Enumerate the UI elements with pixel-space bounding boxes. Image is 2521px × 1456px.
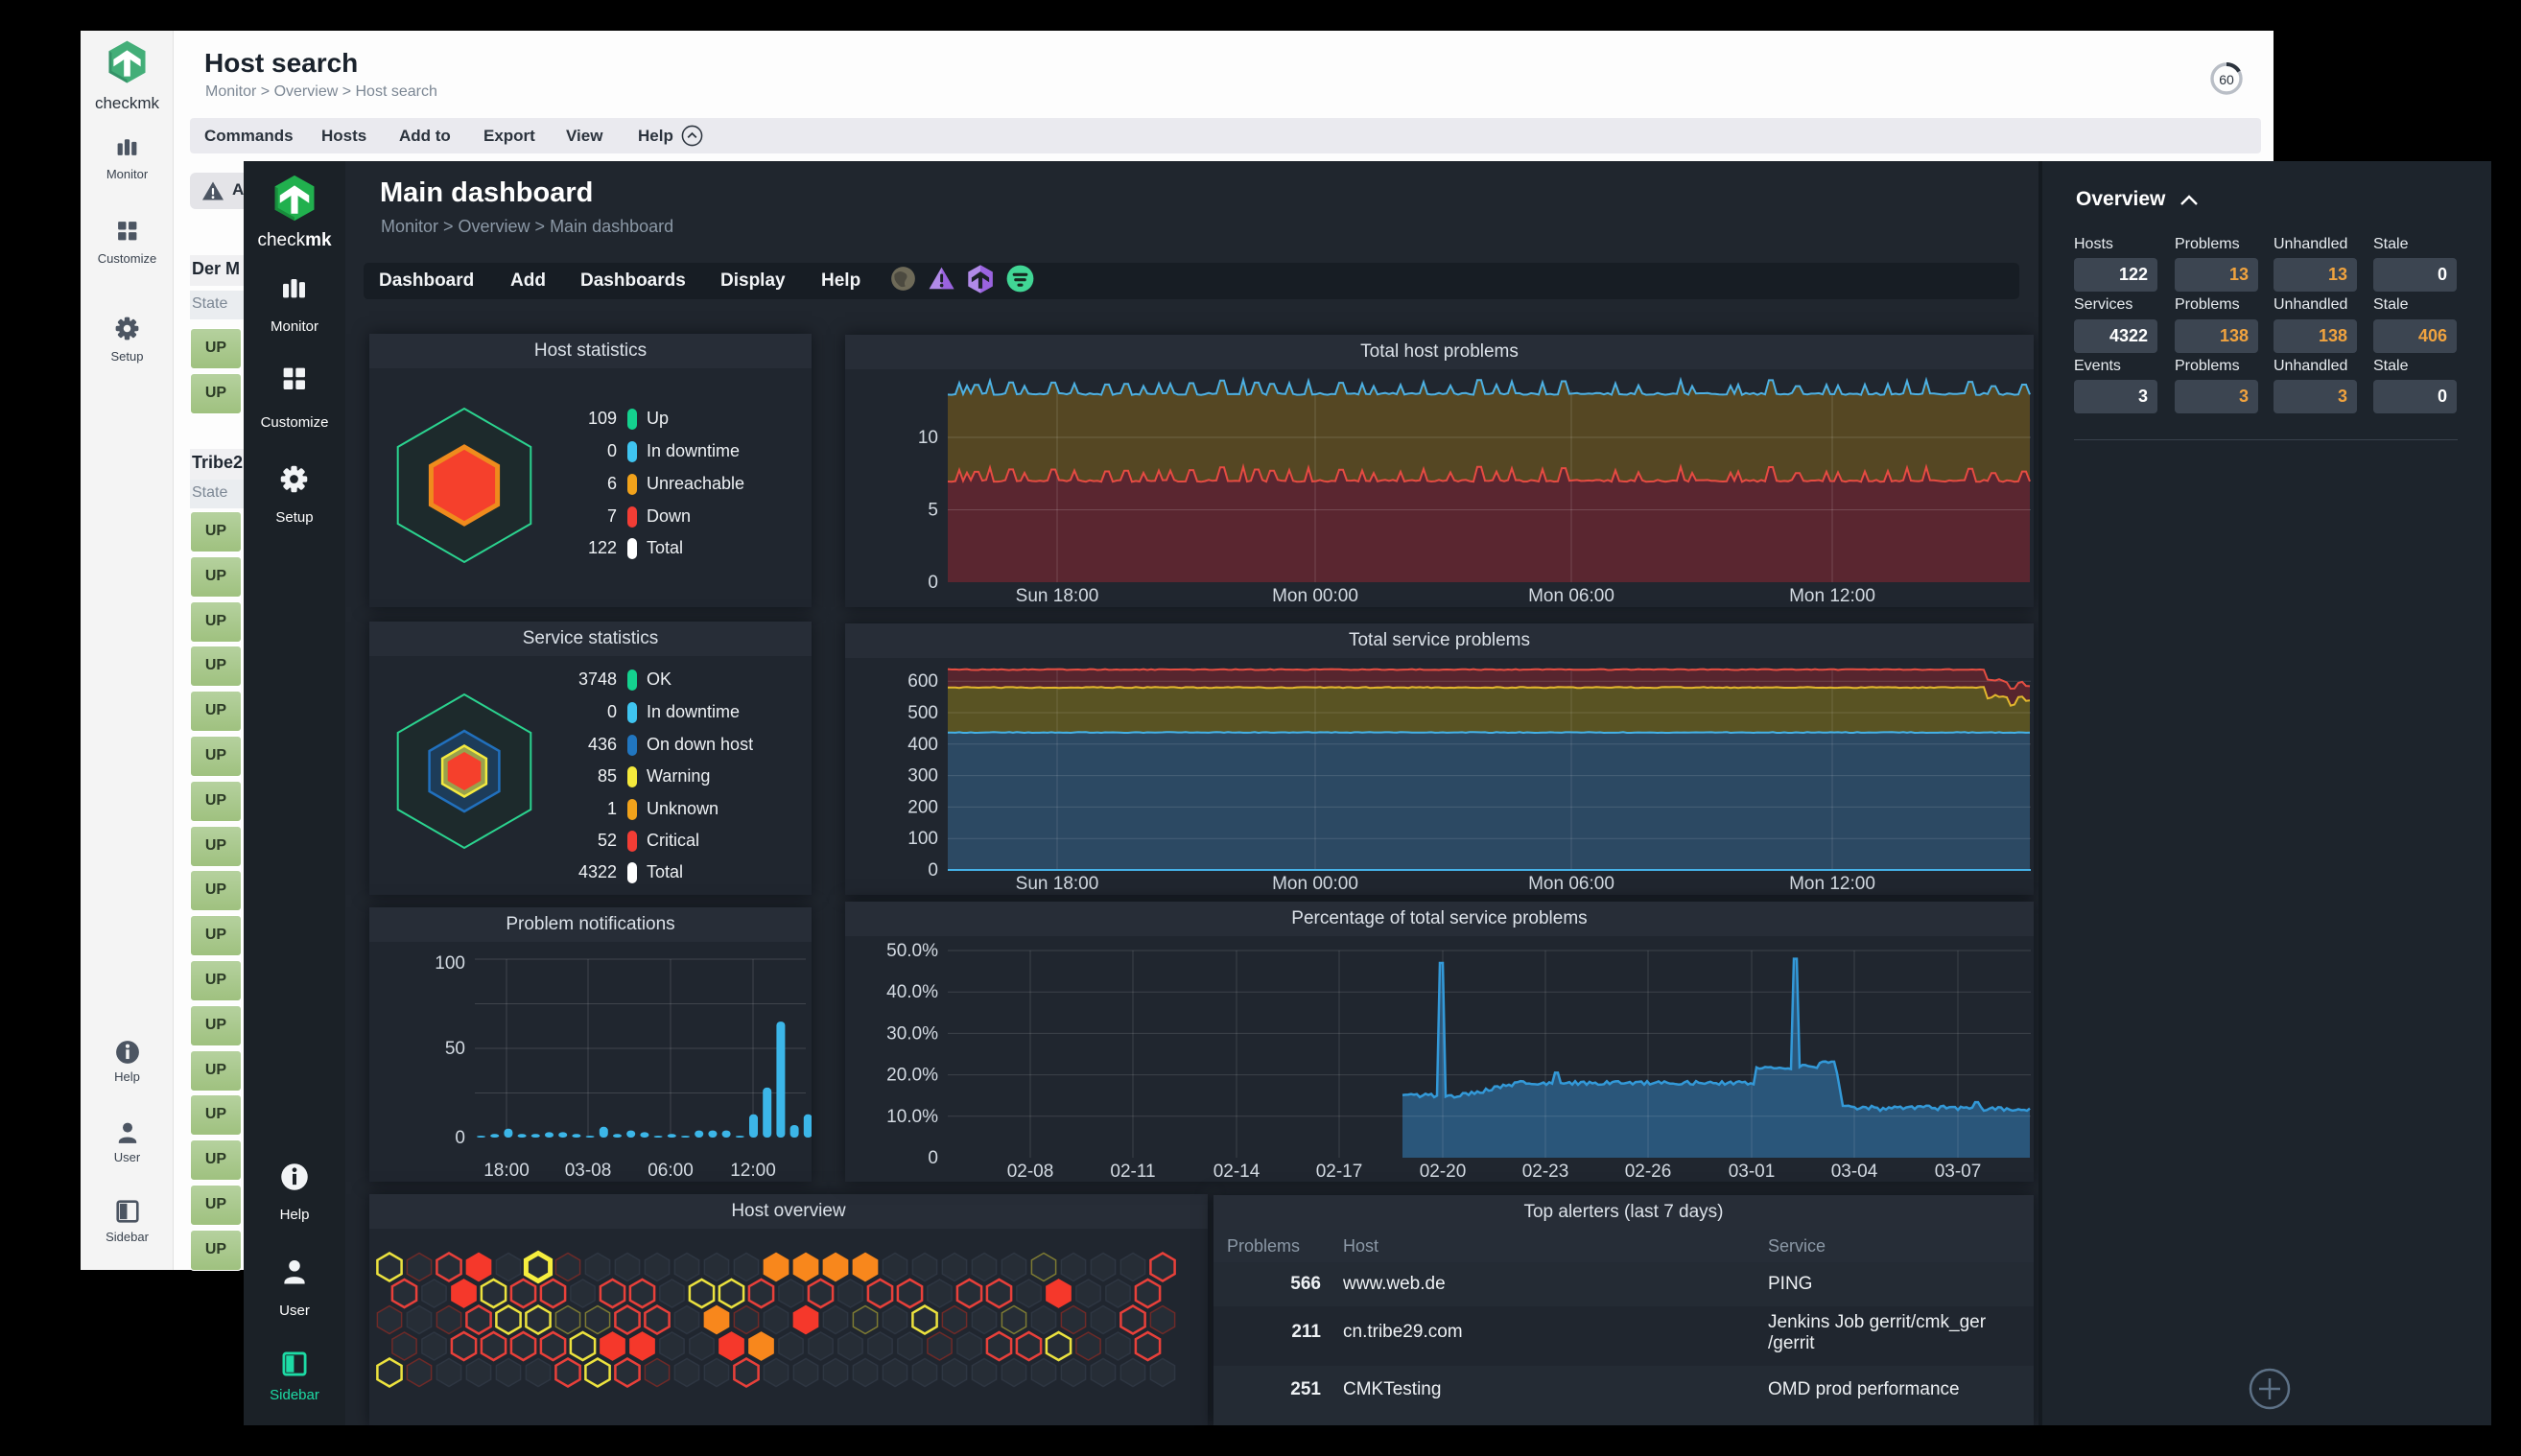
svg-text:02-14: 02-14 <box>1213 1162 1260 1182</box>
svg-text:03-01: 03-01 <box>1729 1162 1776 1182</box>
svg-text:Sun 18:00: Sun 18:00 <box>1016 586 1099 606</box>
svg-text:60: 60 <box>2219 72 2234 87</box>
svg-text:12:00: 12:00 <box>730 1161 776 1181</box>
svg-text:100: 100 <box>435 953 465 974</box>
svg-text:10.0%: 10.0% <box>886 1107 938 1127</box>
svg-text:03-07: 03-07 <box>1935 1162 1982 1182</box>
svg-text:0: 0 <box>928 1148 938 1168</box>
svg-text:200: 200 <box>907 797 938 817</box>
svg-text:03-04: 03-04 <box>1831 1162 1878 1182</box>
svg-text:02-26: 02-26 <box>1625 1162 1672 1182</box>
svg-text:50: 50 <box>445 1039 465 1059</box>
svg-text:500: 500 <box>907 703 938 723</box>
svg-text:18:00: 18:00 <box>483 1161 530 1181</box>
svg-text:10: 10 <box>918 428 938 448</box>
svg-text:600: 600 <box>907 671 938 692</box>
svg-text:0: 0 <box>455 1128 465 1148</box>
svg-text:Mon 06:00: Mon 06:00 <box>1528 874 1614 894</box>
svg-text:06:00: 06:00 <box>648 1161 694 1181</box>
svg-text:Sun 18:00: Sun 18:00 <box>1016 874 1099 894</box>
svg-text:02-08: 02-08 <box>1007 1162 1054 1182</box>
svg-text:Mon 12:00: Mon 12:00 <box>1789 586 1875 606</box>
svg-text:0: 0 <box>928 860 938 881</box>
svg-text:03-08: 03-08 <box>565 1161 612 1181</box>
svg-text:400: 400 <box>907 735 938 755</box>
svg-text:Mon 00:00: Mon 00:00 <box>1272 874 1358 894</box>
svg-text:Mon 00:00: Mon 00:00 <box>1272 586 1358 606</box>
svg-text:Mon 06:00: Mon 06:00 <box>1528 586 1614 606</box>
svg-text:02-11: 02-11 <box>1110 1162 1155 1182</box>
svg-text:5: 5 <box>928 501 938 521</box>
svg-text:20.0%: 20.0% <box>886 1066 938 1086</box>
svg-text:50.0%: 50.0% <box>886 941 938 961</box>
svg-text:02-20: 02-20 <box>1420 1162 1467 1182</box>
svg-text:300: 300 <box>907 766 938 787</box>
svg-text:Mon 12:00: Mon 12:00 <box>1789 874 1875 894</box>
svg-text:02-17: 02-17 <box>1316 1162 1363 1182</box>
svg-text:02-23: 02-23 <box>1522 1162 1569 1182</box>
svg-text:40.0%: 40.0% <box>886 982 938 1002</box>
svg-text:30.0%: 30.0% <box>886 1023 938 1044</box>
svg-text:100: 100 <box>907 829 938 849</box>
svg-text:0: 0 <box>928 573 938 593</box>
